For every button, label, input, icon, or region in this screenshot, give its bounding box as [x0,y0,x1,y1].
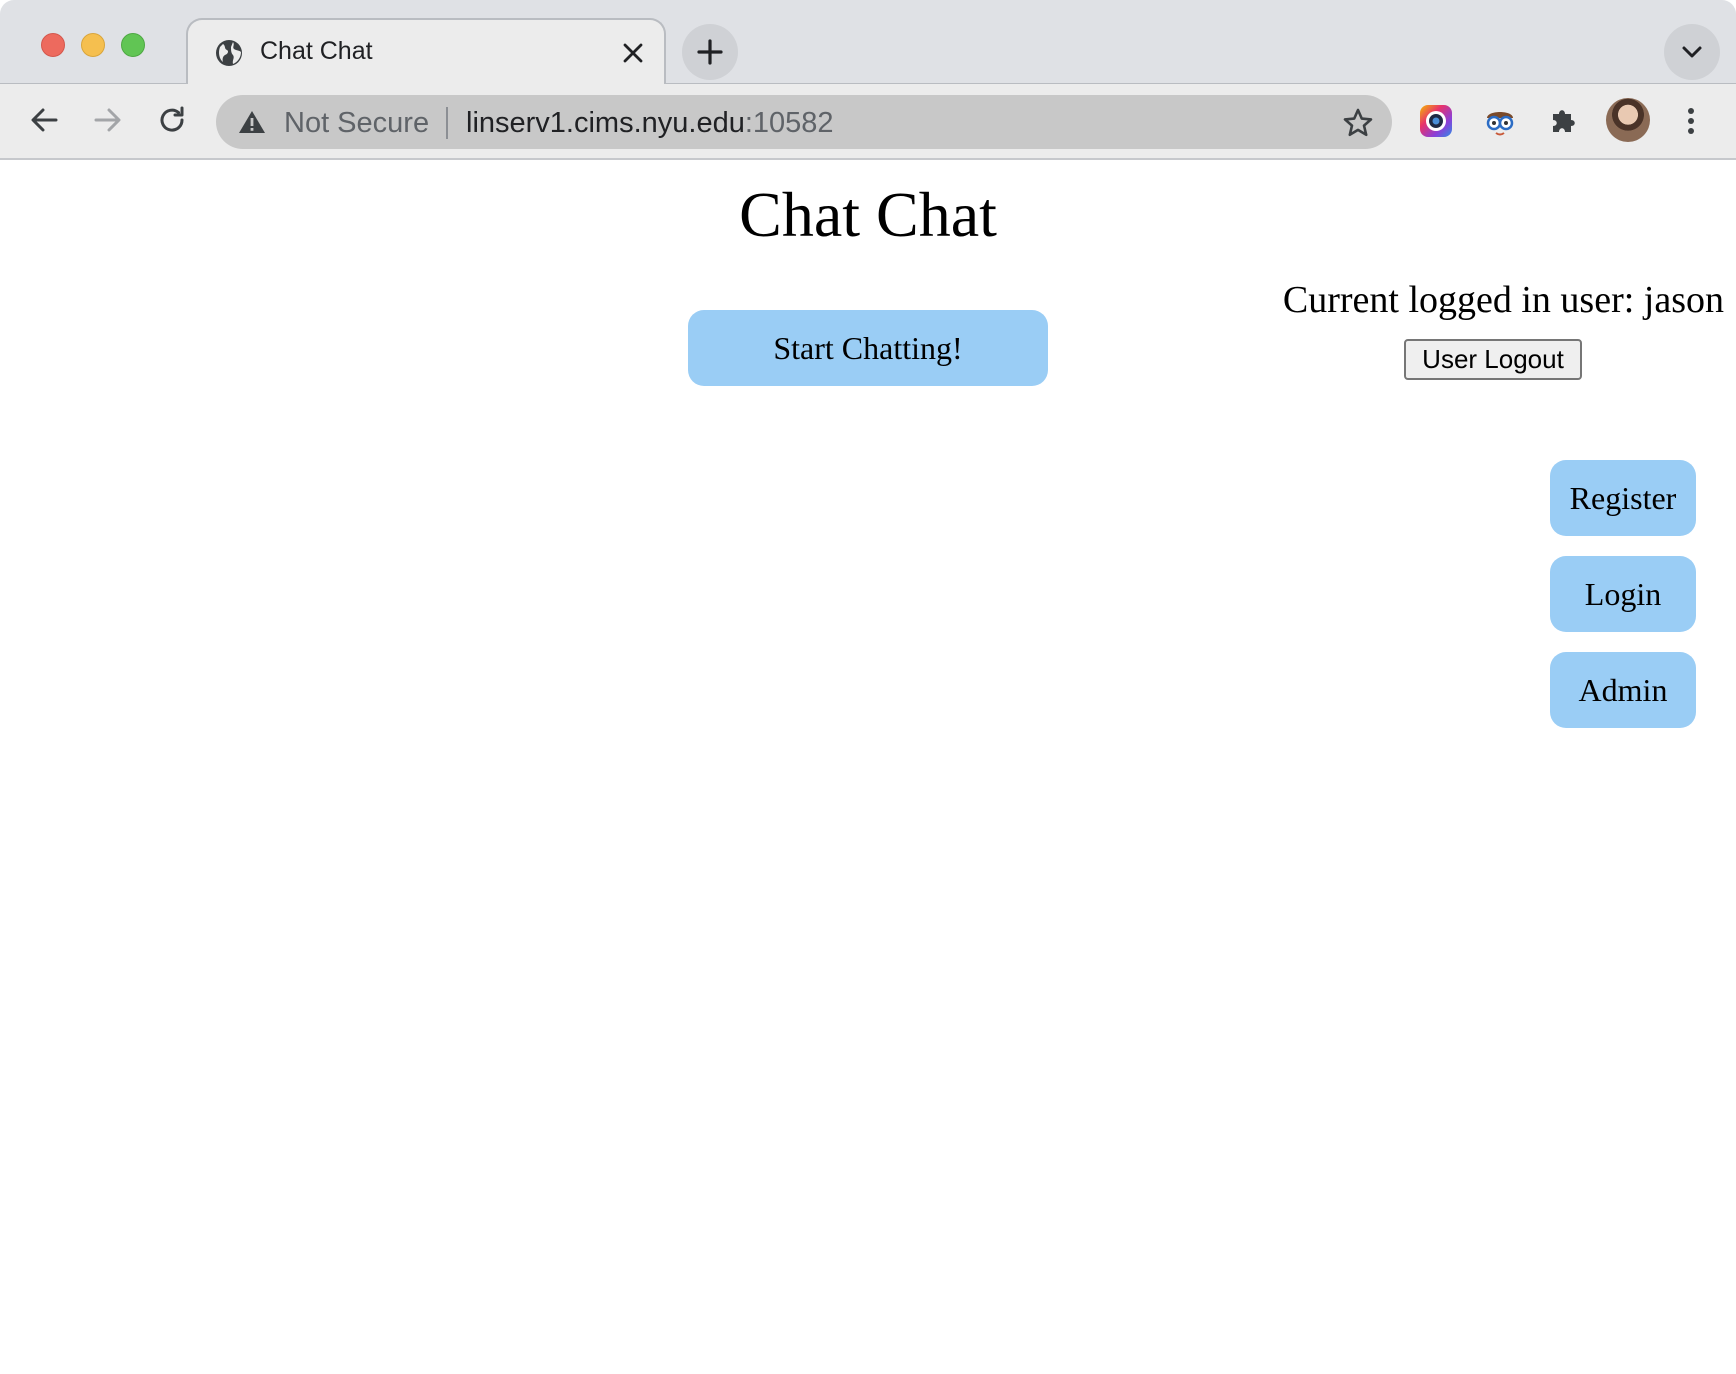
zoom-window-button[interactable] [121,33,145,57]
admin-button[interactable]: Admin [1550,652,1696,728]
camera-extension-icon[interactable] [1417,102,1455,140]
logged-in-user-text: Current logged in user: jason [1282,279,1724,321]
profile-avatar[interactable] [1606,98,1650,142]
tab-title: Chat Chat [260,37,373,65]
more-menu-icon[interactable] [1676,104,1706,138]
url-host: linserv1.cims.nyu.edu [466,107,745,139]
close-tab-icon[interactable] [620,40,646,66]
page-content: Chat Chat Start Chatting! Current logged… [0,160,1736,1374]
browser-toolbar: Not Secure linserv1.cims.nyu.edu:10582 [0,84,1736,160]
tab-search-button[interactable] [1664,24,1720,80]
url-text[interactable]: linserv1.cims.nyu.edu:10582 [466,107,834,140]
address-divider [446,107,448,139]
glasses-extension-icon[interactable] [1481,102,1519,140]
reload-icon[interactable] [154,102,190,138]
close-window-button[interactable] [41,33,65,57]
forward-arrow-icon[interactable] [90,102,126,138]
plus-icon [697,39,723,65]
globe-icon [216,40,242,66]
new-tab-button[interactable] [682,24,738,80]
back-arrow-icon[interactable] [26,102,62,138]
browser-window: Chat Chat Not Secure linserv1.cims.nyu.e… [0,0,1736,1374]
address-bar[interactable]: Not Secure linserv1.cims.nyu.edu:10582 [216,95,1392,149]
bookmark-star-icon[interactable] [1342,107,1374,139]
page-title: Chat Chat [739,179,997,250]
login-button[interactable]: Login [1550,556,1696,632]
warning-icon[interactable] [238,109,266,135]
puzzle-extensions-icon[interactable] [1545,102,1583,140]
minimize-window-button[interactable] [81,33,105,57]
chevron-down-icon [1682,46,1702,58]
security-label[interactable]: Not Secure [284,107,429,140]
tab-chat-chat[interactable]: Chat Chat [186,18,666,85]
url-port: :10582 [744,107,834,139]
tab-strip: Chat Chat [0,0,1736,85]
register-button[interactable]: Register [1550,460,1696,536]
user-logout-button[interactable]: User Logout [1404,339,1582,380]
start-chatting-button[interactable]: Start Chatting! [688,310,1048,386]
